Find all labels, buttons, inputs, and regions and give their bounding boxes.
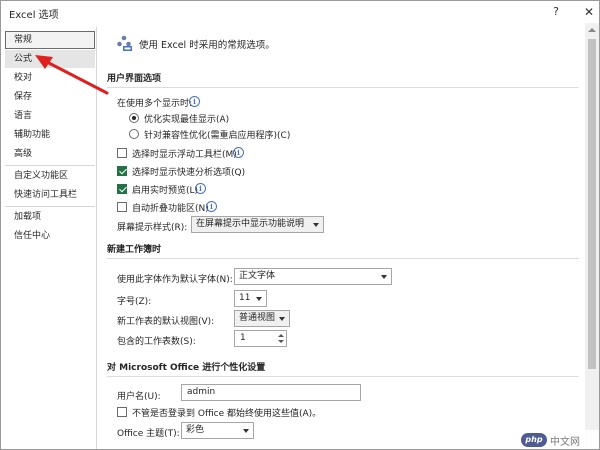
default-font-value: 正文字体 <box>239 271 276 281</box>
radio-optimize-appearance[interactable] <box>129 113 139 123</box>
general-options-panel: 使用 Excel 时采用的常规选项。 用户界面选项 在使用多个显示时: i 优化… <box>99 27 585 449</box>
section-title-personalize: 对 Microsoft Office 进行个性化设置 <box>107 363 266 373</box>
screentip-style-value: 在屏幕提示中显示功能说明 <box>196 219 305 229</box>
close-button[interactable]: ✕ <box>579 4 599 20</box>
site-watermark: php 中文网 <box>519 430 599 449</box>
default-font-dropdown[interactable]: 正文字体 <box>234 268 392 285</box>
sidebar-item-customize-ribbon[interactable]: 自定义功能区 <box>5 167 95 185</box>
info-icon: i <box>233 147 244 158</box>
enable-live-preview-checkbox[interactable] <box>117 184 127 194</box>
chevron-down-icon <box>279 317 285 321</box>
sidebar-item-language[interactable]: 语言 <box>5 107 95 125</box>
default-view-label: 新工作表的默认视图(V): <box>117 317 215 327</box>
spinner-buttons[interactable] <box>276 331 286 346</box>
info-icon: i <box>206 201 217 212</box>
sidebar-divider <box>5 206 95 207</box>
sheet-count-spinner[interactable]: 1 <box>234 330 287 347</box>
office-theme-label: Office 主题(T): <box>117 429 180 439</box>
chevron-down-icon <box>243 429 249 433</box>
sidebar-item-quick-access-toolbar[interactable]: 快速访问工具栏 <box>5 186 95 204</box>
username-input[interactable]: admin <box>181 384 361 401</box>
watermark-site-text: 中文网 <box>550 437 580 448</box>
section-title-new-workbook: 新建工作簿时 <box>107 245 162 255</box>
sidebar-item-general[interactable]: 常规 <box>5 31 95 49</box>
dialog-title: Excel 选项 <box>9 10 59 21</box>
radio-optimize-compatibility[interactable] <box>129 129 139 139</box>
scroll-thumb[interactable] <box>588 39 596 369</box>
font-size-label: 字号(Z): <box>117 297 152 307</box>
title-bar: Excel 选项 ? ✕ <box>1 1 599 23</box>
sheet-count-value: 1 <box>240 333 246 343</box>
screentip-style-label: 屏幕提示样式(R): <box>117 223 188 233</box>
chevron-down-icon <box>313 223 319 227</box>
section-title-ui-options: 用户界面选项 <box>107 74 162 84</box>
help-button[interactable]: ? <box>546 4 566 20</box>
excel-options-dialog: Excel 选项 ? ✕ 常规 公式 校对 保存 语言 辅助功能 高级 自定义功… <box>0 0 600 450</box>
spin-up-icon[interactable] <box>278 334 284 337</box>
default-view-value: 普通视图 <box>239 313 276 323</box>
section-divider <box>107 376 579 377</box>
sidebar-item-accessibility[interactable]: 辅助功能 <box>5 126 95 144</box>
sheet-count-label: 包含的工作表数(S): <box>117 337 196 347</box>
radio-optimize-appearance-label[interactable]: 优化实现最佳显示(A) <box>144 112 229 125</box>
vertical-scrollbar[interactable] <box>585 23 599 449</box>
chevron-down-icon <box>256 297 262 301</box>
chevron-down-icon <box>381 275 387 279</box>
radio-optimize-compatibility-label[interactable]: 针对兼容性优化(需重启应用程序)(C) <box>144 128 290 141</box>
collapse-ribbon-label[interactable]: 自动折叠功能区(N) <box>132 201 209 214</box>
username-label: 用户名(U): <box>117 392 161 402</box>
section-divider <box>107 258 579 259</box>
scroll-up-icon[interactable] <box>588 28 596 32</box>
font-size-value: 11 <box>239 293 251 303</box>
section-divider <box>107 87 579 88</box>
default-font-label: 使用此字体作为默认字体(N): <box>117 275 233 285</box>
sidebar-divider <box>5 165 95 166</box>
always-use-values-checkbox[interactable] <box>117 407 127 417</box>
enable-live-preview-label[interactable]: 启用实时预览(L) <box>132 183 198 196</box>
screentip-style-dropdown[interactable]: 在屏幕提示中显示功能说明 <box>191 216 324 233</box>
collapse-ribbon-checkbox[interactable] <box>117 202 127 212</box>
general-options-icon <box>117 35 132 51</box>
annotation-arrow-icon <box>35 55 109 95</box>
panel-description: 使用 Excel 时采用的常规选项。 <box>139 40 275 51</box>
always-use-values-label[interactable]: 不管是否登录到 Office 都始终使用这些值(A)。 <box>132 406 321 419</box>
info-icon: i <box>189 96 200 107</box>
show-mini-toolbar-checkbox[interactable] <box>117 148 127 158</box>
spin-down-icon[interactable] <box>278 340 284 343</box>
show-quick-analysis-label[interactable]: 选择时显示快速分析选项(Q) <box>132 165 245 178</box>
office-theme-dropdown[interactable]: 彩色 <box>181 422 254 439</box>
php-logo: php <box>521 433 547 447</box>
sidebar-item-advanced[interactable]: 高级 <box>5 145 95 163</box>
multi-display-label: 在使用多个显示时: <box>117 99 193 109</box>
sidebar-item-add-ins[interactable]: 加载项 <box>5 208 95 226</box>
default-view-dropdown[interactable]: 普通视图 <box>234 310 290 327</box>
show-mini-toolbar-label[interactable]: 选择时显示浮动工具栏(M) <box>132 147 237 160</box>
show-quick-analysis-checkbox[interactable] <box>117 166 127 176</box>
info-icon: i <box>195 183 206 194</box>
office-theme-value: 彩色 <box>186 425 205 435</box>
font-size-dropdown[interactable]: 11 <box>234 290 267 307</box>
sidebar-item-trust-center[interactable]: 信任中心 <box>5 227 95 245</box>
